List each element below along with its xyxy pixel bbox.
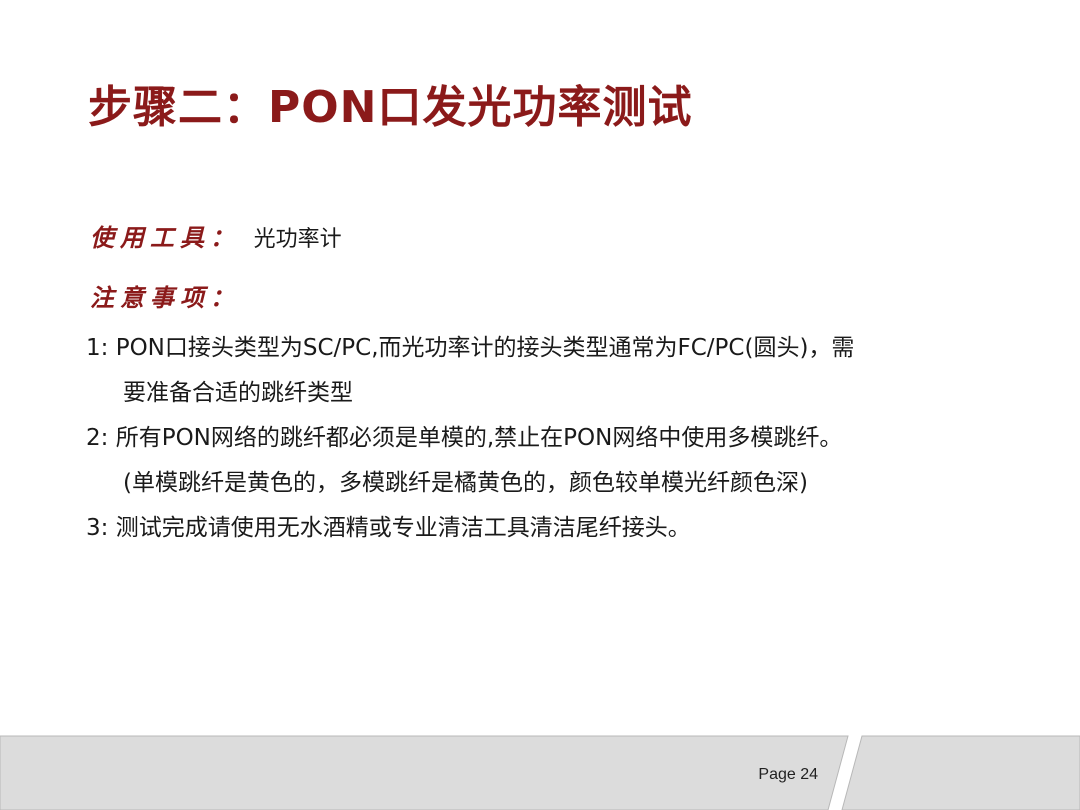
notes-list: 1: PON口接头类型为SC/PC,而光功率计的接头类型通常为FC/PC(圆头)… <box>86 326 1046 551</box>
note-line: 1: PON口接头类型为SC/PC,而光功率计的接头类型通常为FC/PC(圆头)… <box>86 335 855 361</box>
footer-bar: Page 24 <box>0 732 1080 810</box>
note-line: 3: 测试完成请使用无水酒精或专业清洁工具清洁尾纤接头。 <box>86 515 691 541</box>
footer-left-panel <box>0 735 849 810</box>
note-line: 2: 所有PON网络的跳纤都必须是单模的,禁止在PON网络中使用多模跳纤。 <box>86 425 843 451</box>
tools-label: 使用工具： <box>90 223 240 252</box>
tools-value: 光功率计 <box>253 227 342 252</box>
page-title: 步骤二：PON口发光功率测试 <box>88 82 693 133</box>
footer-background <box>0 735 1080 810</box>
footer-right-panel <box>841 735 1080 810</box>
tools-line: 使用工具： 光功率计 <box>90 218 342 260</box>
note-line: 要准备合适的跳纤类型 <box>123 380 353 406</box>
note-line: (单模跳纤是黄色的，多模跳纤是橘黄色的，颜色较单模光纤颜色深) <box>123 470 808 496</box>
notes-heading: 注意事项： <box>90 278 240 318</box>
notes-label: 注意事项： <box>90 283 240 312</box>
page-number: Page 24 <box>758 766 818 783</box>
